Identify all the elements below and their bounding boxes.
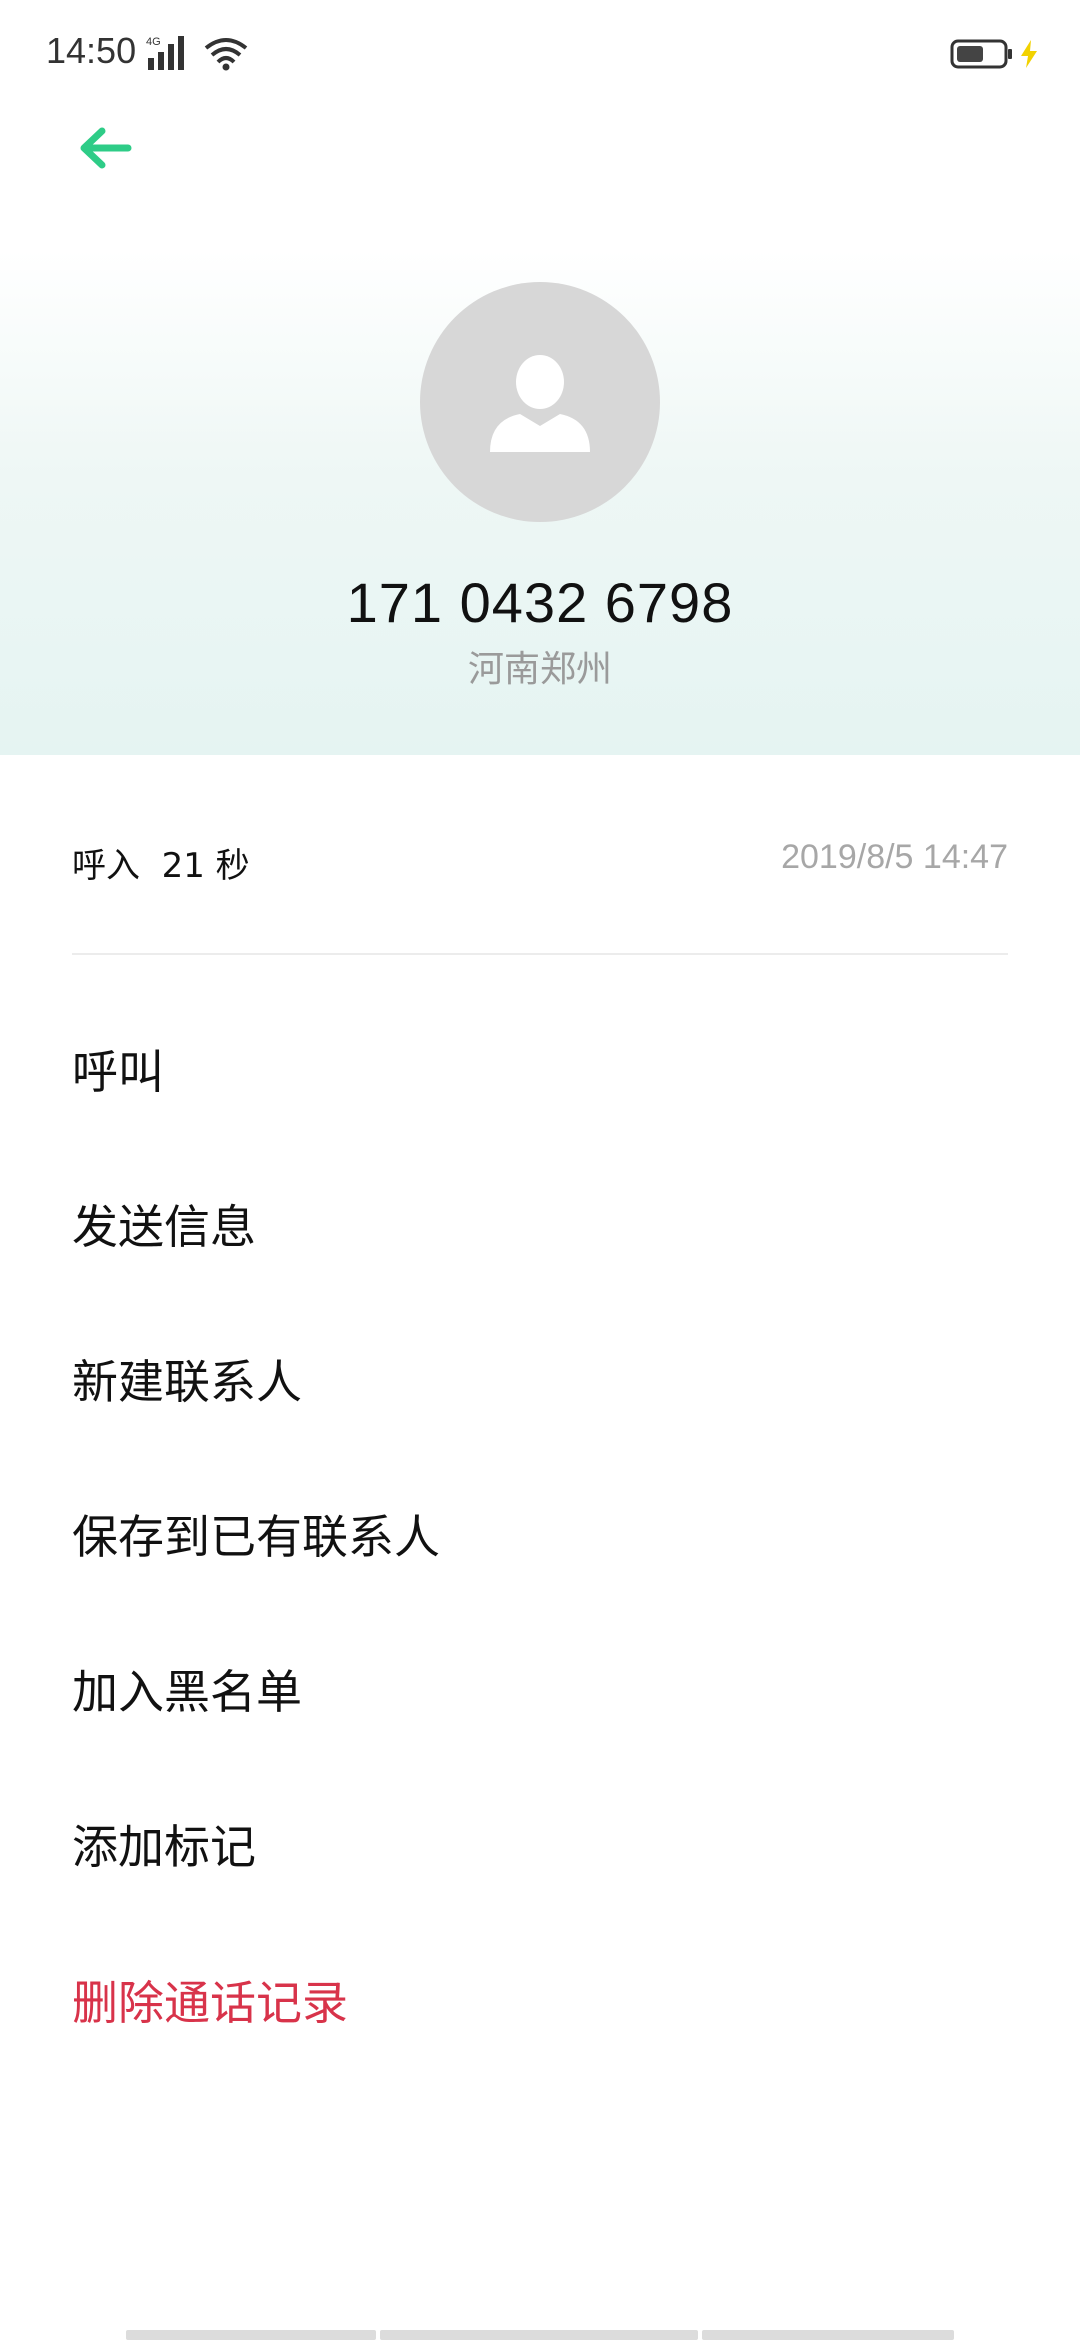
- status-time: 14:50: [46, 30, 137, 71]
- avatar: [420, 282, 660, 522]
- bottom-navigation-bar: [126, 2330, 954, 2340]
- charging-icon: [1021, 40, 1037, 68]
- nav-segment-center[interactable]: [380, 2330, 698, 2340]
- location-label: 河南郑州: [467, 649, 612, 690]
- signal-icon: 4G: [146, 36, 184, 70]
- arrow-left-icon: [80, 127, 132, 169]
- new-contact-action[interactable]: 新建联系人: [72, 1324, 1008, 1434]
- add-to-blacklist-action[interactable]: 加入黑名单: [72, 1634, 1008, 1744]
- delete-call-log-action[interactable]: 删除通话记录: [72, 1945, 1008, 2055]
- person-silhouette-icon: [490, 355, 590, 452]
- nav-segment-right[interactable]: [702, 2330, 954, 2340]
- phone-number: 171 0432 6798: [346, 571, 734, 634]
- call-datetime: 2019/8/5 14:47: [781, 838, 1008, 876]
- status-bar: 14:50 4G: [0, 0, 1080, 110]
- send-message-action[interactable]: 发送信息: [72, 1169, 1008, 1279]
- network-label: 4G: [146, 36, 161, 48]
- divider: [72, 953, 1008, 955]
- back-button[interactable]: [70, 118, 140, 178]
- nav-segment-left[interactable]: [126, 2330, 376, 2340]
- wifi-icon: [204, 38, 248, 71]
- battery-icon: [950, 39, 1012, 69]
- add-tag-action[interactable]: 添加标记: [72, 1789, 1008, 1899]
- save-to-existing-contact-action[interactable]: 保存到已有联系人: [72, 1479, 1008, 1589]
- call-type-duration: 呼入 21 秒: [72, 846, 250, 886]
- call-info-row: 呼入 21 秒 2019/8/5 14:47: [72, 830, 1008, 890]
- call-detail-screen: 14:50 4G 171 0432 6798 河南郑州 呼入 21 秒 2019…: [0, 0, 1080, 2340]
- call-action[interactable]: 呼叫: [72, 1014, 1008, 1124]
